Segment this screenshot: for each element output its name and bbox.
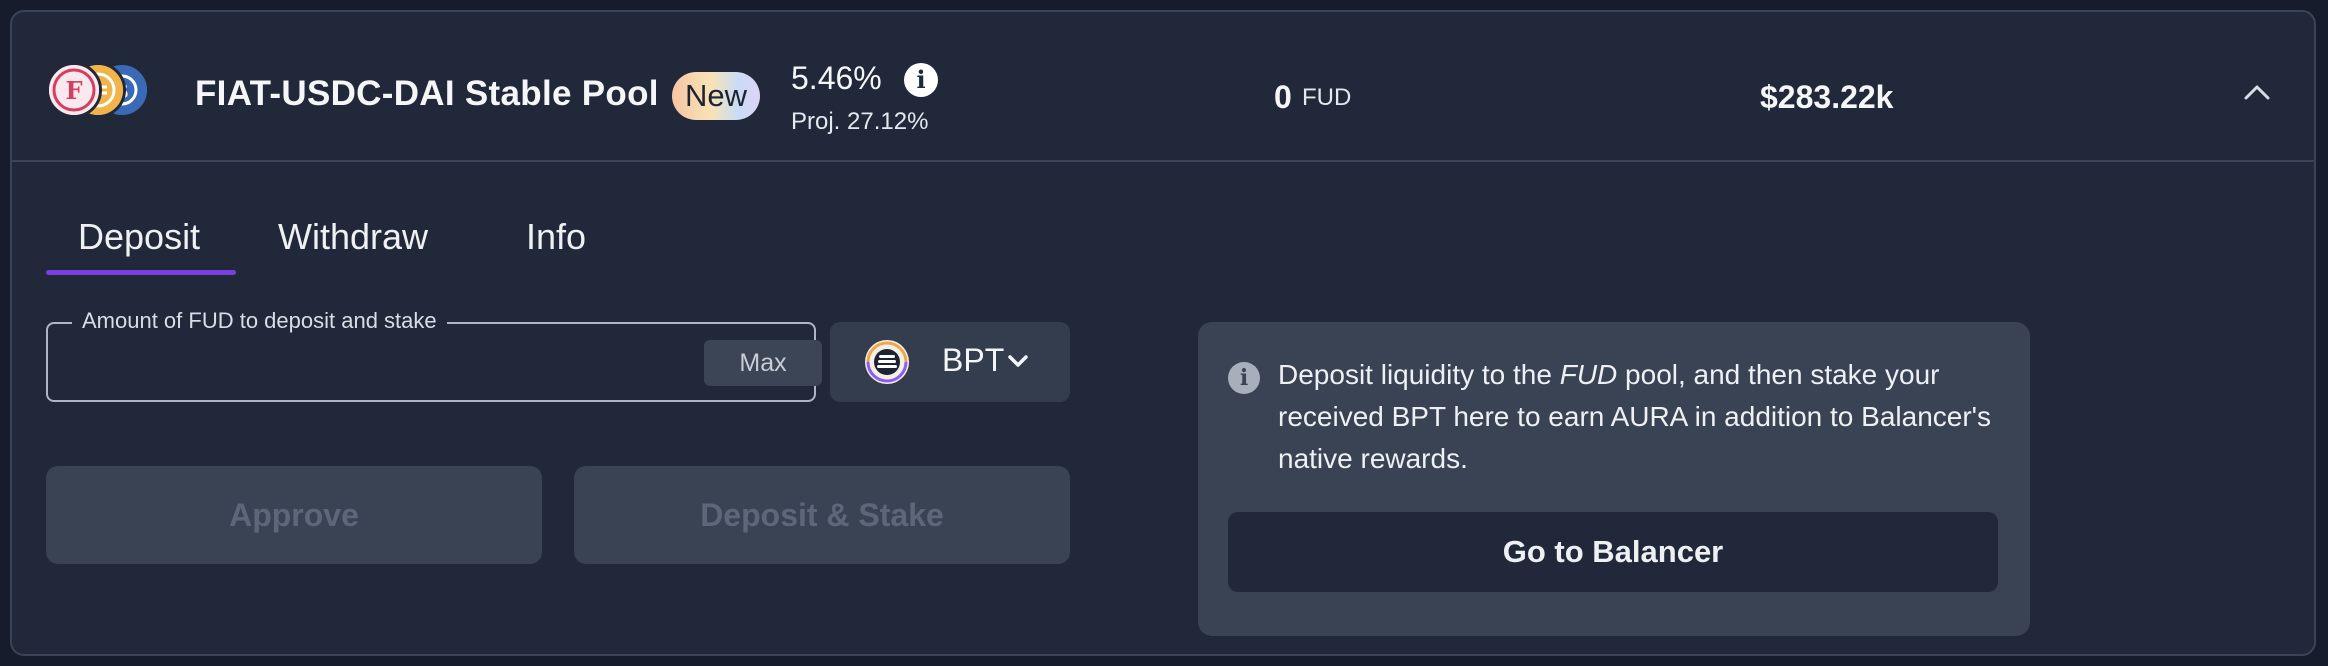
deposit-amount-label: Amount of FUD to deposit and stake — [72, 308, 447, 334]
active-tab-indicator — [46, 270, 236, 275]
approve-button[interactable]: Approve — [46, 466, 542, 564]
pool-token-icons: $ F — [46, 62, 156, 118]
tab-info[interactable]: Info — [526, 216, 586, 258]
staked-amount: 0 — [1274, 79, 1292, 115]
fiat-token-icon: F — [46, 62, 102, 118]
deposit-amount-field[interactable]: Amount of FUD to deposit and stake Max — [46, 308, 822, 402]
max-button[interactable]: Max — [704, 340, 822, 386]
token-select[interactable]: BPT — [830, 322, 1070, 402]
info-message: Deposit liquidity to the FUD pool, and t… — [1278, 354, 2008, 480]
svg-text:F: F — [65, 76, 82, 105]
balancer-info-panel: i Deposit liquidity to the FUD pool, and… — [1198, 322, 2030, 636]
chevron-up-icon[interactable] — [2242, 80, 2272, 104]
staked-unit: FUD — [1302, 84, 1352, 111]
info-text-start: Deposit liquidity to the — [1278, 359, 1560, 390]
info-icon: i — [1228, 362, 1260, 394]
info-text-pool: FUD — [1559, 359, 1618, 390]
tab-deposit[interactable]: Deposit — [78, 216, 200, 258]
new-badge: New — [672, 72, 760, 120]
pool-header[interactable]: $ F FIAT-USDC-DAI Stable Pool N — [12, 12, 2314, 162]
bpt-token-icon — [865, 340, 909, 384]
deposit-stake-button[interactable]: Deposit & Stake — [574, 466, 1070, 564]
tab-withdraw[interactable]: Withdraw — [278, 216, 428, 258]
tvl-value: $283.22k — [1760, 79, 1894, 115]
apr-info-icon[interactable]: i — [904, 63, 938, 97]
token-name: BPT — [942, 342, 1005, 378]
go-to-balancer-button[interactable]: Go to Balancer — [1228, 512, 1998, 592]
pool-name: FIAT-USDC-DAI Stable Pool — [195, 74, 659, 113]
chevron-down-icon — [1008, 355, 1028, 367]
apr-value: 5.46% — [791, 60, 882, 96]
pool-card: $ F FIAT-USDC-DAI Stable Pool N — [10, 10, 2316, 656]
deposit-amount-input[interactable] — [64, 338, 628, 388]
projected-apr: Proj. 27.12% — [791, 108, 929, 135]
